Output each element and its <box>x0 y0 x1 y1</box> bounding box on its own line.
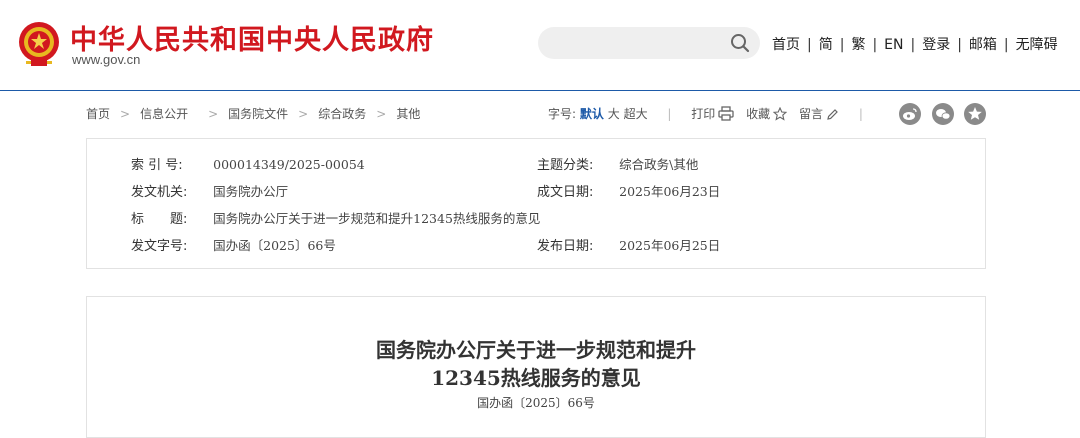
meta-label: 发文机关: <box>131 185 188 200</box>
document-metadata-panel: 索 引 号: 000014349/2025-00054 主题分类: 综合政务\其… <box>86 138 986 269</box>
meta-label: 成文日期: <box>537 185 594 200</box>
chevron-right-icon: > <box>376 107 387 121</box>
divider: | <box>910 37 916 53</box>
nav-home[interactable]: 首页 <box>772 37 800 53</box>
meta-label: 发文字号: <box>131 239 188 254</box>
favorite-label: 收藏 <box>746 107 771 121</box>
star-outline-icon <box>773 107 788 121</box>
divider: | <box>839 37 845 53</box>
divider: | <box>957 37 962 53</box>
meta-index: 索 引 号: 000014349/2025-00054 <box>131 154 365 173</box>
comment-button[interactable]: 留言 <box>799 107 839 121</box>
divider: | <box>858 107 863 121</box>
site-url[interactable]: www.gov.cn <box>72 52 140 67</box>
meta-issuer: 发文机关: 国务院办公厅 <box>131 181 288 200</box>
breadcrumb: 首页 > 信息公开 > 国务院文件 > 综合政务 > 其他 <box>86 105 420 122</box>
meta-written-date: 成文日期: 2025年06月23日 <box>537 181 720 200</box>
comment-label: 留言 <box>798 107 823 121</box>
font-size-label: 字号: <box>548 107 577 121</box>
breadcrumb-home[interactable]: 首页 <box>86 107 110 121</box>
nav-simplified[interactable]: 简 <box>819 37 833 53</box>
meta-label: 标 题: <box>131 212 188 227</box>
top-nav: 首页 | 简 | 繁 | EN | 登录 | 邮箱 | 无障碍 <box>772 34 1058 54</box>
article-panel: 国务院办公厅关于进一步规范和提升 12345热线服务的意见 国办函〔2025〕6… <box>86 296 986 438</box>
weibo-icon[interactable] <box>899 103 921 125</box>
meta-label: 发布日期: <box>537 239 594 254</box>
chevron-right-icon: > <box>208 107 219 121</box>
meta-doc-number: 发文字号: 国办函〔2025〕66号 <box>131 235 336 254</box>
meta-value: 000014349/2025-00054 <box>213 157 365 172</box>
nav-accessibility[interactable]: 无障碍 <box>1016 37 1058 53</box>
divider: | <box>1003 37 1009 53</box>
article-tools: 字号: 默认 大 超大 | 打印 收藏 留言 | <box>548 105 879 122</box>
favorite-button[interactable]: 收藏 <box>746 107 788 121</box>
meta-published-date: 发布日期: 2025年06月25日 <box>537 235 720 254</box>
article-title-line1: 国务院办公厅关于进一步规范和提升 <box>376 338 696 362</box>
search-input[interactable] <box>538 27 760 59</box>
meta-value: 2025年06月23日 <box>619 184 721 199</box>
nav-login[interactable]: 登录 <box>922 37 950 53</box>
meta-title: 标 题: 国务院办公厅关于进一步规范和提升12345热线服务的意见 <box>131 208 540 227</box>
divider: | <box>667 107 672 121</box>
chevron-right-icon: > <box>298 107 309 121</box>
print-label: 打印 <box>691 107 716 121</box>
meta-value: 综合政务\其他 <box>619 157 699 172</box>
meta-value: 国务院办公厅关于进一步规范和提升12345热线服务的意见 <box>213 211 541 226</box>
chevron-right-icon: > <box>120 107 131 121</box>
breadcrumb-info-public[interactable]: 信息公开 <box>140 107 188 121</box>
nav-traditional[interactable]: 繁 <box>851 37 865 53</box>
breadcrumb-state-council-docs[interactable]: 国务院文件 <box>228 107 288 121</box>
font-size-xlarge[interactable]: 超大 <box>624 107 648 121</box>
breadcrumb-general-affairs[interactable]: 综合政务 <box>318 107 366 121</box>
nav-mail[interactable]: 邮箱 <box>969 37 997 53</box>
divider: | <box>807 37 812 53</box>
search-icon[interactable] <box>730 33 750 53</box>
nav-english[interactable]: EN <box>884 37 903 53</box>
font-size-large[interactable]: 大 <box>608 107 620 121</box>
print-button[interactable]: 打印 <box>691 106 734 121</box>
font-size-default[interactable]: 默认 <box>580 107 604 121</box>
meta-value: 2025年06月25日 <box>619 238 721 253</box>
site-header: 中华人民共和国中央人民政府 www.gov.cn 首页 | 简 | 繁 | EN | 登录 | 邮箱… <box>0 0 1080 91</box>
pencil-icon <box>827 109 838 120</box>
wechat-icon[interactable] <box>932 103 954 125</box>
printer-icon <box>718 106 734 121</box>
meta-label: 索 引 号: <box>131 158 183 173</box>
divider: | <box>872 37 878 53</box>
article-title-line2: 12345热线服务的意见 <box>431 366 641 390</box>
meta-category: 主题分类: 综合政务\其他 <box>537 154 698 173</box>
article-doc-number: 国办函〔2025〕66号 <box>477 396 595 410</box>
meta-label: 主题分类: <box>537 158 594 173</box>
meta-value: 国办函〔2025〕66号 <box>213 238 336 253</box>
meta-value: 国务院办公厅 <box>213 184 289 199</box>
star-icon[interactable] <box>964 103 986 125</box>
national-emblem-icon[interactable] <box>16 20 62 68</box>
breadcrumb-other[interactable]: 其他 <box>396 107 420 121</box>
